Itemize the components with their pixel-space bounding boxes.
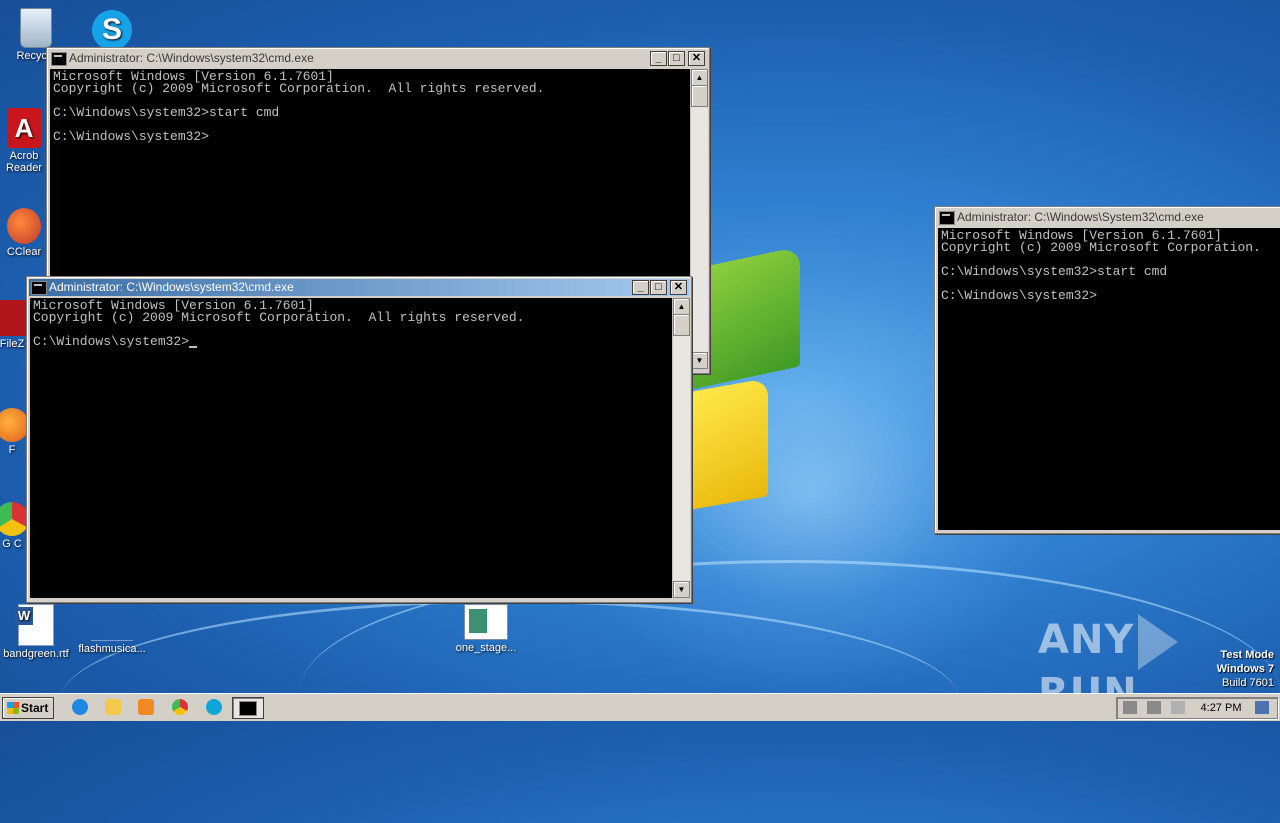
desktop-icon-one-stage[interactable]: one_stage... (450, 604, 522, 654)
taskbar-cmd-button[interactable] (232, 697, 264, 719)
maximize-button[interactable]: □ (668, 51, 685, 66)
anyrun-watermark: ANYRUN (1038, 614, 1238, 716)
show-desktop-icon[interactable] (1255, 701, 1269, 714)
desktop-icon-label: one_stage... (455, 642, 517, 654)
filezilla-icon (0, 300, 27, 336)
vertical-scrollbar[interactable]: ▲ ▼ (690, 69, 708, 369)
start-button[interactable]: Start (2, 697, 54, 719)
chrome-icon[interactable] (172, 699, 188, 715)
scroll-thumb[interactable] (673, 314, 690, 336)
clock[interactable]: 4:27 PM (1197, 698, 1245, 718)
system-tray: 4:27 PM (1116, 697, 1278, 719)
explorer-folder-icon[interactable] (105, 699, 121, 715)
console-line: Copyright (c) 2009 Microsoft Corporation… (53, 81, 545, 96)
desktop-icon-label: G C (2, 538, 22, 550)
media-player-icon[interactable] (138, 699, 154, 715)
play-icon (1138, 614, 1179, 670)
test-mode-label: Test Mode (1220, 649, 1274, 661)
console-output[interactable]: Microsoft Windows [Version 6.1.7601] Cop… (30, 298, 672, 598)
action-center-flag-icon[interactable] (1171, 701, 1185, 714)
window-titlebar[interactable]: Administrator: C:\Windows\system32\cmd.e… (29, 279, 689, 296)
network-icon[interactable] (1147, 701, 1161, 714)
skype-icon: S (92, 10, 132, 50)
console-line: Copyright (c) 2009 Microsoft Corporation… (33, 310, 525, 325)
build-label: Build 7601 (1222, 677, 1274, 689)
start-label: Start (21, 701, 49, 715)
cmd-window-right[interactable]: Administrator: C:\Windows\System32\cmd.e… (934, 206, 1280, 534)
desktop-icon-label: bandgreen.rtf (3, 648, 69, 660)
desktop-icon-skype[interactable]: S (76, 10, 148, 52)
console-line: C:\Windows\system32>start cmd (53, 105, 280, 120)
desktop-icon-bandgreen[interactable]: bandgreen.rtf (0, 604, 72, 660)
chrome-icon (0, 502, 29, 536)
minimize-button[interactable]: _ (650, 51, 667, 66)
desktop-icon-flashmusica[interactable]: flashmusica... (72, 604, 152, 655)
scroll-down-button[interactable]: ▼ (673, 581, 690, 598)
scroll-up-button[interactable]: ▲ (691, 69, 708, 86)
scroll-down-button[interactable]: ▼ (691, 352, 708, 369)
maximize-button[interactable]: □ (650, 280, 667, 295)
console-line: C:\Windows\system32> (33, 334, 190, 349)
console-line: C:\Windows\system32>start cmd (941, 264, 1168, 279)
edge-icon[interactable] (206, 699, 222, 715)
windows-version-label: Windows 7 (1216, 663, 1274, 675)
taskbar: Start 4:27 PM (0, 693, 1280, 721)
desktop-icon-label: FileZ (0, 338, 25, 350)
internet-explorer-icon[interactable] (72, 699, 88, 715)
console-line: Copyright (c) 2009 Microsoft Corporation… (941, 240, 1261, 255)
cmd-window-front[interactable]: Administrator: C:\Windows\system32\cmd.e… (26, 276, 692, 603)
acrobat-reader-icon: A (7, 108, 41, 148)
cmd-icon (939, 211, 955, 225)
scroll-up-button[interactable]: ▲ (673, 298, 690, 315)
image-document-icon (464, 604, 508, 640)
desktop-icon-label: CClear (6, 246, 42, 258)
recycle-bin-icon (20, 8, 52, 48)
word-document-icon (15, 604, 54, 646)
console-line: C:\Windows\system32> (53, 129, 210, 144)
window-title: Administrator: C:\Windows\system32\cmd.e… (49, 280, 294, 294)
ccleaner-icon (7, 208, 41, 244)
volume-icon[interactable] (1123, 701, 1137, 714)
file-icon (91, 604, 133, 641)
desktop-icon-label: Acrob Reader (5, 150, 43, 174)
test-mode-notice: Test Mode Windows 7 Build 7601 (1217, 648, 1274, 690)
window-titlebar[interactable]: Administrator: C:\Windows\system32\cmd.e… (49, 50, 707, 67)
window-titlebar[interactable]: Administrator: C:\Windows\System32\cmd.e… (937, 209, 1280, 226)
firefox-icon (0, 408, 29, 442)
watermark-text-left: ANY (1038, 617, 1135, 663)
scroll-thumb[interactable] (691, 85, 708, 107)
close-button[interactable]: ✕ (688, 51, 705, 66)
console-line: C:\Windows\system32> (941, 288, 1098, 303)
vertical-scrollbar[interactable]: ▲ ▼ (672, 298, 690, 598)
desktop-icon-label: F (8, 444, 16, 456)
window-title: Administrator: C:\Windows\system32\cmd.e… (69, 51, 314, 65)
cmd-icon (51, 52, 67, 66)
window-title: Administrator: C:\Windows\System32\cmd.e… (957, 210, 1204, 224)
text-cursor (189, 346, 198, 348)
cmd-icon (239, 701, 257, 716)
cmd-icon (31, 281, 47, 295)
desktop-icon-label: flashmusica... (78, 643, 146, 655)
windows-logo-yellow (690, 378, 768, 510)
windows-logo-icon (7, 702, 19, 714)
console-output[interactable]: Microsoft Windows [Version 6.1.7601] Cop… (938, 228, 1280, 530)
minimize-button[interactable]: _ (632, 280, 649, 295)
close-button[interactable]: ✕ (670, 280, 687, 295)
console-prompt-line: C:\Windows\system32> (33, 334, 672, 349)
